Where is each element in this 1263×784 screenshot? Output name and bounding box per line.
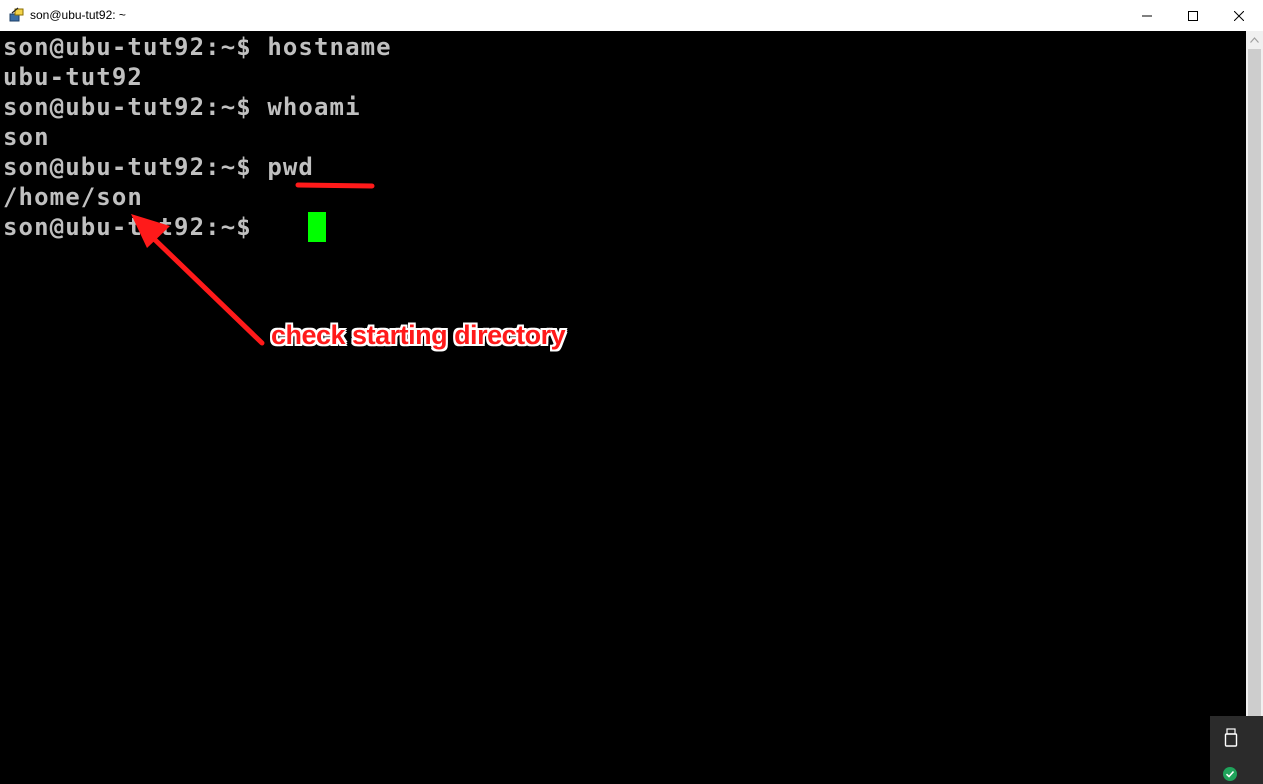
security-shield-icon[interactable] [1222,766,1238,782]
chevron-up-icon [1250,36,1259,43]
scroll-up-button[interactable] [1246,31,1263,48]
terminal-line: son [3,123,50,151]
close-icon [1234,10,1244,21]
minimize-icon [1142,15,1152,16]
terminal-line: son@ubu-tut92:~$ whoami [3,93,361,121]
title-bar[interactable]: son@ubu-tut92: ~ [0,0,1263,32]
usb-drive-icon[interactable] [1224,728,1238,748]
terminal-prompt-line: son@ubu-tut92:~$ [3,213,268,241]
terminal-cursor [308,212,326,242]
window-title: son@ubu-tut92: ~ [30,8,126,22]
terminal-line: son@ubu-tut92:~$ hostname [3,33,392,61]
terminal-line: /home/son [3,183,143,211]
close-button[interactable] [1216,0,1262,31]
terminal-line: son@ubu-tut92:~$ pwd [3,153,314,181]
annotation-label: check starting directory [271,320,566,350]
maximize-button[interactable] [1170,0,1216,31]
putty-icon [9,7,24,22]
terminal-area[interactable]: son@ubu-tut92:~$ hostname ubu-tut92 son@… [0,31,1246,784]
scroll-thumb[interactable] [1248,49,1261,735]
vertical-scrollbar[interactable] [1246,31,1263,784]
minimize-button[interactable] [1124,0,1170,31]
terminal-line: ubu-tut92 [3,63,143,91]
maximize-icon [1188,10,1198,21]
